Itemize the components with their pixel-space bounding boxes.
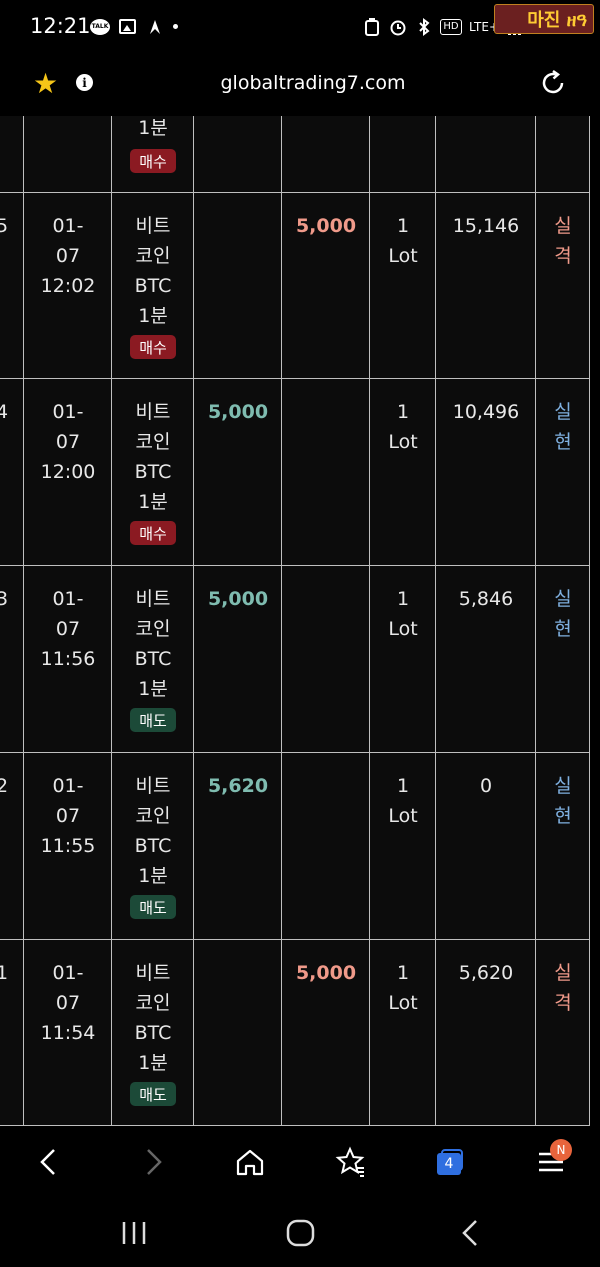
loss-value: 5,000 bbox=[295, 962, 357, 984]
profit-value: 5,620 bbox=[207, 775, 269, 797]
home-icon[interactable] bbox=[232, 1144, 268, 1180]
more-notifications-dot bbox=[173, 24, 178, 29]
lot-size: 1 Lot bbox=[388, 962, 418, 1014]
table-row: 1 01- 07 11:54 비트 코인 BTC 1분 매도 5,000 1 L… bbox=[0, 940, 590, 1126]
trade-type-badge: 매도 bbox=[130, 708, 176, 732]
balance-amount: 5,846 bbox=[458, 588, 514, 610]
forward-icon[interactable] bbox=[134, 1144, 170, 1180]
item-name: 비트 코인 BTC 1분 bbox=[134, 401, 172, 513]
recent-apps-icon[interactable] bbox=[116, 1218, 152, 1248]
row-index: 1 bbox=[0, 962, 9, 984]
result-status: 실 현 bbox=[554, 401, 572, 453]
profit-value: 5,000 bbox=[207, 588, 269, 610]
url-field[interactable]: globaltrading7.com bbox=[150, 72, 476, 94]
trade-date: 01- 07 11:55 bbox=[40, 775, 96, 857]
trade-date: 01- 07 12:00 bbox=[40, 401, 96, 483]
trade-type-badge: 매수 bbox=[130, 521, 176, 545]
hd-voice-icon: HD bbox=[440, 18, 462, 35]
page-edge bbox=[590, 116, 600, 1126]
item-name: 비트 코인 BTC 1분 bbox=[134, 588, 172, 700]
kakaotalk-icon: TALK bbox=[90, 18, 110, 35]
row-index: 4 bbox=[0, 401, 9, 423]
table-row: 5 01- 07 12:02 비트 코인 BTC 1분 매수 5,000 1 L… bbox=[0, 193, 590, 379]
lot-size: 1 Lot bbox=[388, 588, 418, 640]
row-index: 2 bbox=[0, 775, 9, 797]
bookmarks-icon[interactable] bbox=[332, 1144, 368, 1180]
gallery-icon bbox=[119, 19, 136, 34]
lot-size: 1 Lot bbox=[388, 775, 418, 827]
result-status: 실 현 bbox=[554, 775, 572, 827]
item-name: 비트 코인 BTC 1분 bbox=[134, 215, 172, 327]
alarm-icon bbox=[388, 17, 407, 36]
menu-notification-badge: N bbox=[550, 1139, 572, 1161]
browser-bottom-bar bbox=[0, 1126, 600, 1198]
row-index: 5 bbox=[0, 215, 9, 237]
app-notification-icon bbox=[145, 17, 164, 36]
profit-value: 5,000 bbox=[207, 401, 269, 423]
table-row: 3 01- 07 11:56 비트 코인 BTC 1분 매도 5,000 1 L… bbox=[0, 566, 590, 752]
balance-amount: 15,146 bbox=[452, 215, 520, 237]
lot-size: 1 Lot bbox=[388, 401, 418, 453]
balance-amount: 10,496 bbox=[452, 401, 520, 423]
trade-type-badge: 매수 bbox=[130, 149, 176, 173]
trade-date: 01- 07 11:56 bbox=[40, 588, 96, 670]
table-row: 4 01- 07 12:00 비트 코인 BTC 1분 매수 5,000 1 L… bbox=[0, 379, 590, 565]
browser-address-bar: ★ i globaltrading7.com bbox=[0, 58, 600, 114]
lot-size: 1 Lot bbox=[388, 215, 418, 267]
recycle-icon bbox=[362, 17, 381, 36]
trade-date: 01- 07 11:54 bbox=[40, 962, 96, 1044]
back-icon[interactable] bbox=[32, 1144, 68, 1180]
system-back-icon[interactable] bbox=[454, 1216, 488, 1250]
item-name: 비트 코인 BTC 1분 bbox=[134, 775, 172, 887]
item-name: 1분 bbox=[138, 117, 168, 139]
table-row-partial: 1분 매수 bbox=[0, 116, 590, 192]
home-button-icon[interactable] bbox=[284, 1216, 318, 1250]
trade-type-badge: 매도 bbox=[130, 895, 176, 919]
bluetooth-icon bbox=[414, 17, 433, 36]
balance-amount: 5,620 bbox=[458, 962, 514, 984]
balance-amount: 0 bbox=[479, 775, 493, 797]
result-status: 실 격 bbox=[554, 962, 572, 1014]
result-status: 실 현 bbox=[554, 588, 572, 640]
status-bar: 12:21 TALK HD LTE+ 88% 마진 ዘዓ bbox=[0, 0, 600, 58]
row-index: 3 bbox=[0, 588, 9, 610]
result-status: 실 격 bbox=[554, 215, 572, 267]
status-time: 12:21 bbox=[30, 14, 91, 38]
loss-value: 5,000 bbox=[295, 215, 357, 237]
trade-date: 01- 07 12:02 bbox=[40, 215, 96, 297]
table-row: 2 01- 07 11:55 비트 코인 BTC 1분 매도 5,620 1 L… bbox=[0, 753, 590, 939]
item-name: 비트 코인 BTC 1분 bbox=[134, 962, 172, 1074]
system-navigation-bar bbox=[0, 1198, 600, 1267]
notification-icons: TALK bbox=[90, 17, 178, 36]
site-info-icon[interactable]: i bbox=[76, 74, 93, 91]
bookmark-star-icon[interactable]: ★ bbox=[33, 69, 63, 99]
trade-history-table: 1분 매수 5 01- 07 12:02 비트 코인 BTC 1분 매수 5,0… bbox=[0, 116, 600, 1126]
reload-icon[interactable] bbox=[538, 68, 568, 98]
trade-type-badge: 매수 bbox=[130, 335, 176, 359]
trade-type-badge: 매도 bbox=[130, 1082, 176, 1106]
tab-count-badge[interactable]: 4 bbox=[437, 1153, 461, 1175]
watermark-logo: 마진 ዘዓ bbox=[494, 4, 594, 34]
